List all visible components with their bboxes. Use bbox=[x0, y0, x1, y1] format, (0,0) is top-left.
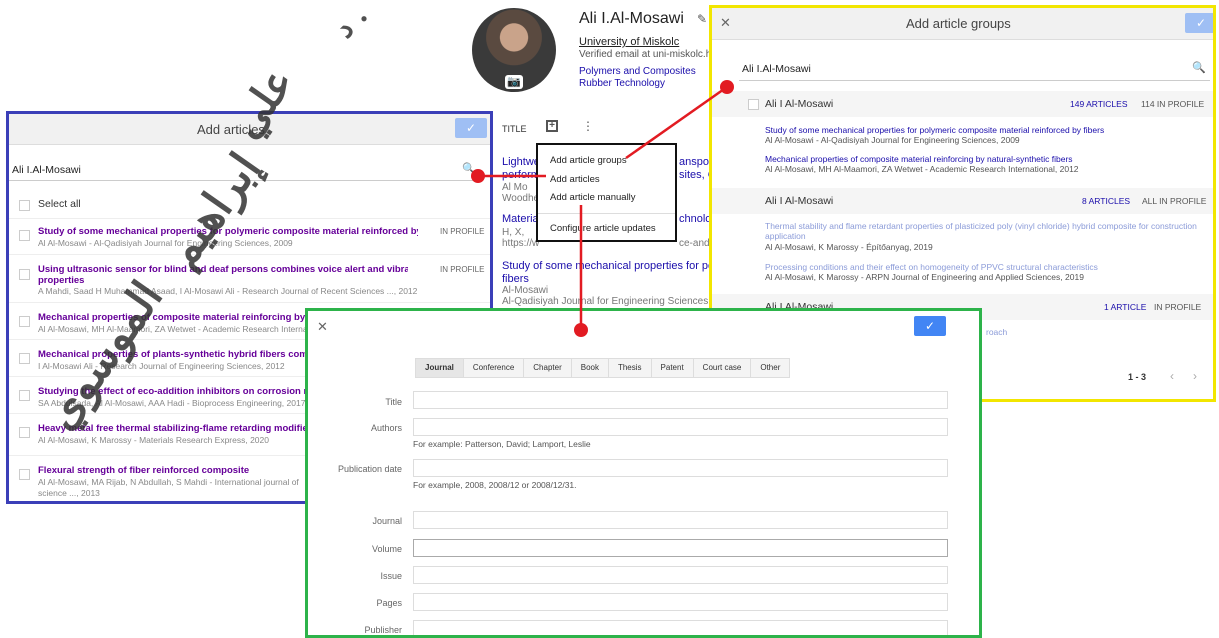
annotation-connectors bbox=[471, 80, 734, 337]
connector-dot bbox=[471, 169, 485, 183]
connector-dot bbox=[574, 323, 588, 337]
connector-add-groups bbox=[625, 85, 728, 160]
connector-dot bbox=[720, 80, 734, 94]
